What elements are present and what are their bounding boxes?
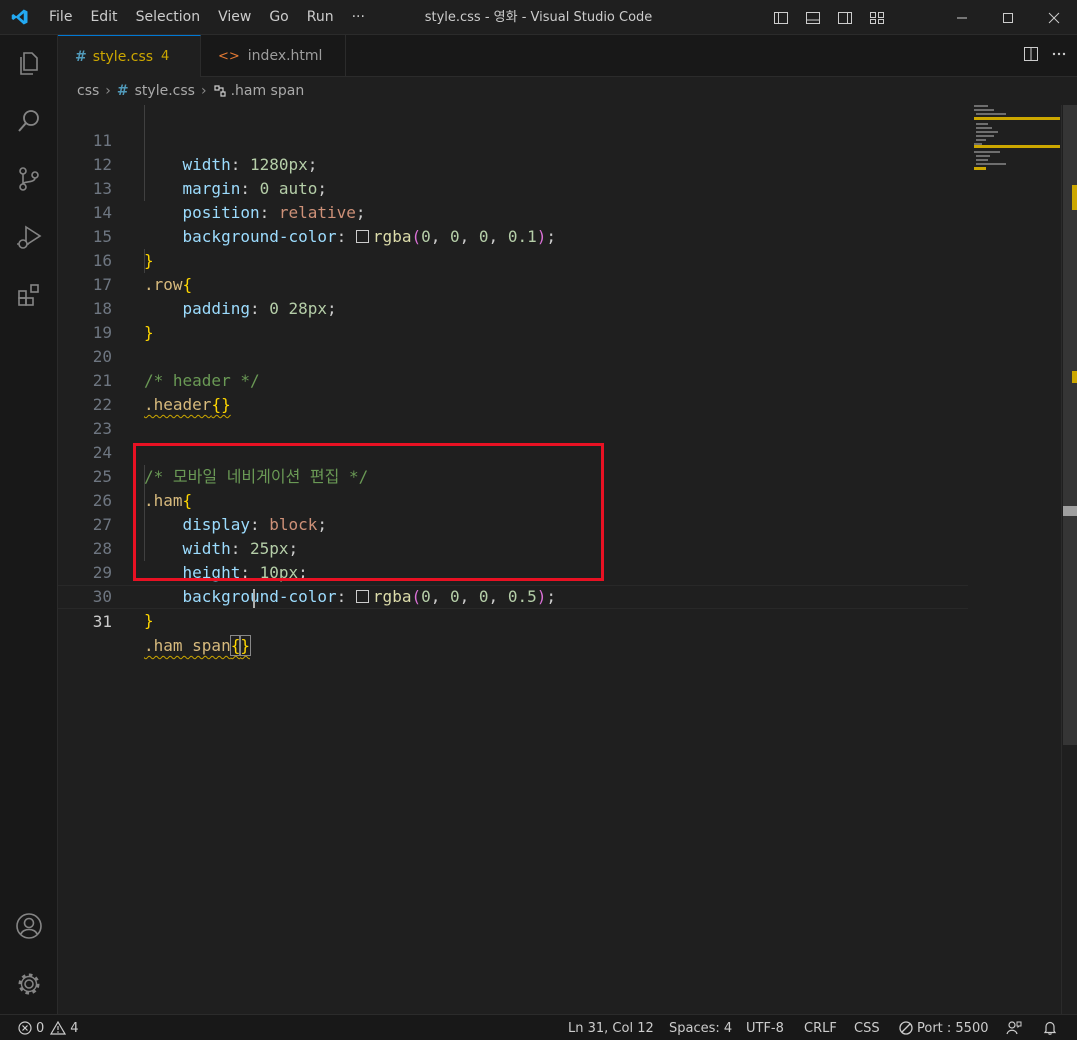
language-mode[interactable]: CSS xyxy=(854,1015,880,1040)
menu-bar: File Edit Selection View Go Run ··· xyxy=(40,0,374,35)
account-icon[interactable] xyxy=(0,902,58,950)
chevron-right-icon: › xyxy=(200,83,207,99)
minimize-icon[interactable] xyxy=(939,0,985,35)
indentation[interactable]: Spaces: 4 xyxy=(669,1015,732,1040)
line-number: 31 xyxy=(92,612,112,631)
text-cursor xyxy=(253,589,255,608)
menu-go[interactable]: Go xyxy=(260,0,297,35)
editor-actions xyxy=(1023,35,1067,77)
minimap[interactable] xyxy=(972,105,1060,205)
encoding[interactable]: UTF-8 xyxy=(746,1015,784,1040)
tab-style-css[interactable]: # style.css 4 xyxy=(58,35,201,77)
search-icon[interactable] xyxy=(0,97,58,145)
breadcrumb-file[interactable]: style.css xyxy=(135,83,195,99)
code-editor[interactable]: 11 width: 1280px; 12 margin: 0 auto; 13 … xyxy=(58,105,1061,1014)
tab-index-html[interactable]: <> index.html xyxy=(201,35,346,77)
breadcrumb-folder[interactable]: css xyxy=(77,83,99,99)
toggle-secondary-sidebar-icon[interactable] xyxy=(833,6,857,30)
close-icon[interactable] xyxy=(1031,0,1077,35)
port-label: Port : 5500 xyxy=(917,1020,989,1036)
red-highlight-box xyxy=(133,443,604,581)
tab-label: style.css xyxy=(92,48,154,65)
code-line[interactable]: 22 xyxy=(58,369,968,414)
html-code-icon: <> xyxy=(218,48,240,64)
customize-layout-icon[interactable] xyxy=(865,6,889,30)
more-actions-icon[interactable] xyxy=(1051,46,1067,66)
code-line[interactable]: 21 .header{} xyxy=(58,345,968,414)
activity-bar xyxy=(0,35,58,1014)
code-line[interactable]: 17 padding: 0 28px; xyxy=(58,249,968,318)
source-control-icon[interactable] xyxy=(0,155,58,203)
toggle-primary-sidebar-icon[interactable] xyxy=(769,6,793,30)
breadcrumb-symbol[interactable]: .ham span xyxy=(231,83,305,99)
error-count: 0 xyxy=(36,1020,45,1036)
hash-icon: # xyxy=(116,83,129,99)
warning-count: 4 xyxy=(70,1020,79,1036)
tab-bar: # style.css 4 <> index.html xyxy=(58,35,1077,77)
title-bar: File Edit Selection View Go Run ··· styl… xyxy=(0,0,1077,35)
menu-edit[interactable]: Edit xyxy=(81,0,126,35)
cursor-position[interactable]: Ln 31, Col 12 xyxy=(568,1015,654,1040)
hash-icon: # xyxy=(75,48,87,65)
code-line[interactable]: 11 width: 1280px; xyxy=(58,105,968,174)
run-debug-icon[interactable] xyxy=(0,213,58,261)
menu-view[interactable]: View xyxy=(209,0,260,35)
code-line[interactable]: 19 xyxy=(58,297,968,342)
feedback-icon[interactable] xyxy=(1006,1015,1022,1040)
code-line[interactable]: 14 background-color: rgba(0, 0, 0, 0.1); xyxy=(58,177,968,246)
vertical-scrollbar[interactable] xyxy=(1061,105,1077,1014)
code-line[interactable]: 20 /* header */ xyxy=(58,321,968,390)
toggle-panel-icon[interactable] xyxy=(801,6,825,30)
vscode-logo-icon xyxy=(0,0,40,35)
warning-marker xyxy=(1072,371,1077,383)
breadcrumb: css › # style.css › .ham span xyxy=(58,77,1077,105)
code-line[interactable]: 16 .row{ xyxy=(58,225,968,294)
warning-marker xyxy=(1072,185,1077,210)
code-line[interactable]: 23 xyxy=(58,393,968,438)
split-editor-icon[interactable] xyxy=(1023,46,1039,66)
tab-label: index.html xyxy=(247,48,323,64)
error-icon xyxy=(18,1021,32,1035)
extensions-icon[interactable] xyxy=(0,271,58,319)
warning-icon xyxy=(50,1021,67,1035)
code-line[interactable]: 12 margin: 0 auto; xyxy=(58,129,968,198)
symbol-icon xyxy=(213,84,227,98)
notifications-bell-icon[interactable] xyxy=(1042,1015,1058,1040)
problems-status[interactable]: 0 4 xyxy=(18,1015,79,1040)
status-bar: 0 4 Ln 31, Col 12 Spaces: 4 UTF-8 CRLF C… xyxy=(0,1014,1077,1040)
code-line[interactable]: 18 } xyxy=(58,273,968,342)
code-line[interactable]: 24 /* 모바일 네비게이션 편집 */ xyxy=(58,417,968,486)
chevron-right-icon: › xyxy=(105,83,111,99)
prohibited-icon xyxy=(899,1021,913,1035)
menu-run[interactable]: Run xyxy=(298,0,343,35)
settings-gear-icon[interactable] xyxy=(0,960,58,1008)
explorer-icon[interactable] xyxy=(0,39,58,87)
live-server-port[interactable]: Port : 5500 xyxy=(899,1015,989,1040)
tab-problem-count: 4 xyxy=(161,49,170,64)
menu-file[interactable]: File xyxy=(40,0,81,35)
current-code-line[interactable]: 31 .ham span{} xyxy=(58,585,968,656)
layout-controls xyxy=(769,0,889,35)
menu-more[interactable]: ··· xyxy=(343,0,374,35)
cursor-marker xyxy=(1063,506,1077,516)
window-controls xyxy=(939,0,1077,35)
code-line[interactable]: 15 } xyxy=(58,201,968,270)
menu-selection[interactable]: Selection xyxy=(127,0,210,35)
end-of-line[interactable]: CRLF xyxy=(804,1015,837,1040)
maximize-icon[interactable] xyxy=(985,0,1031,35)
code-line[interactable]: 13 position: relative; xyxy=(58,153,968,222)
